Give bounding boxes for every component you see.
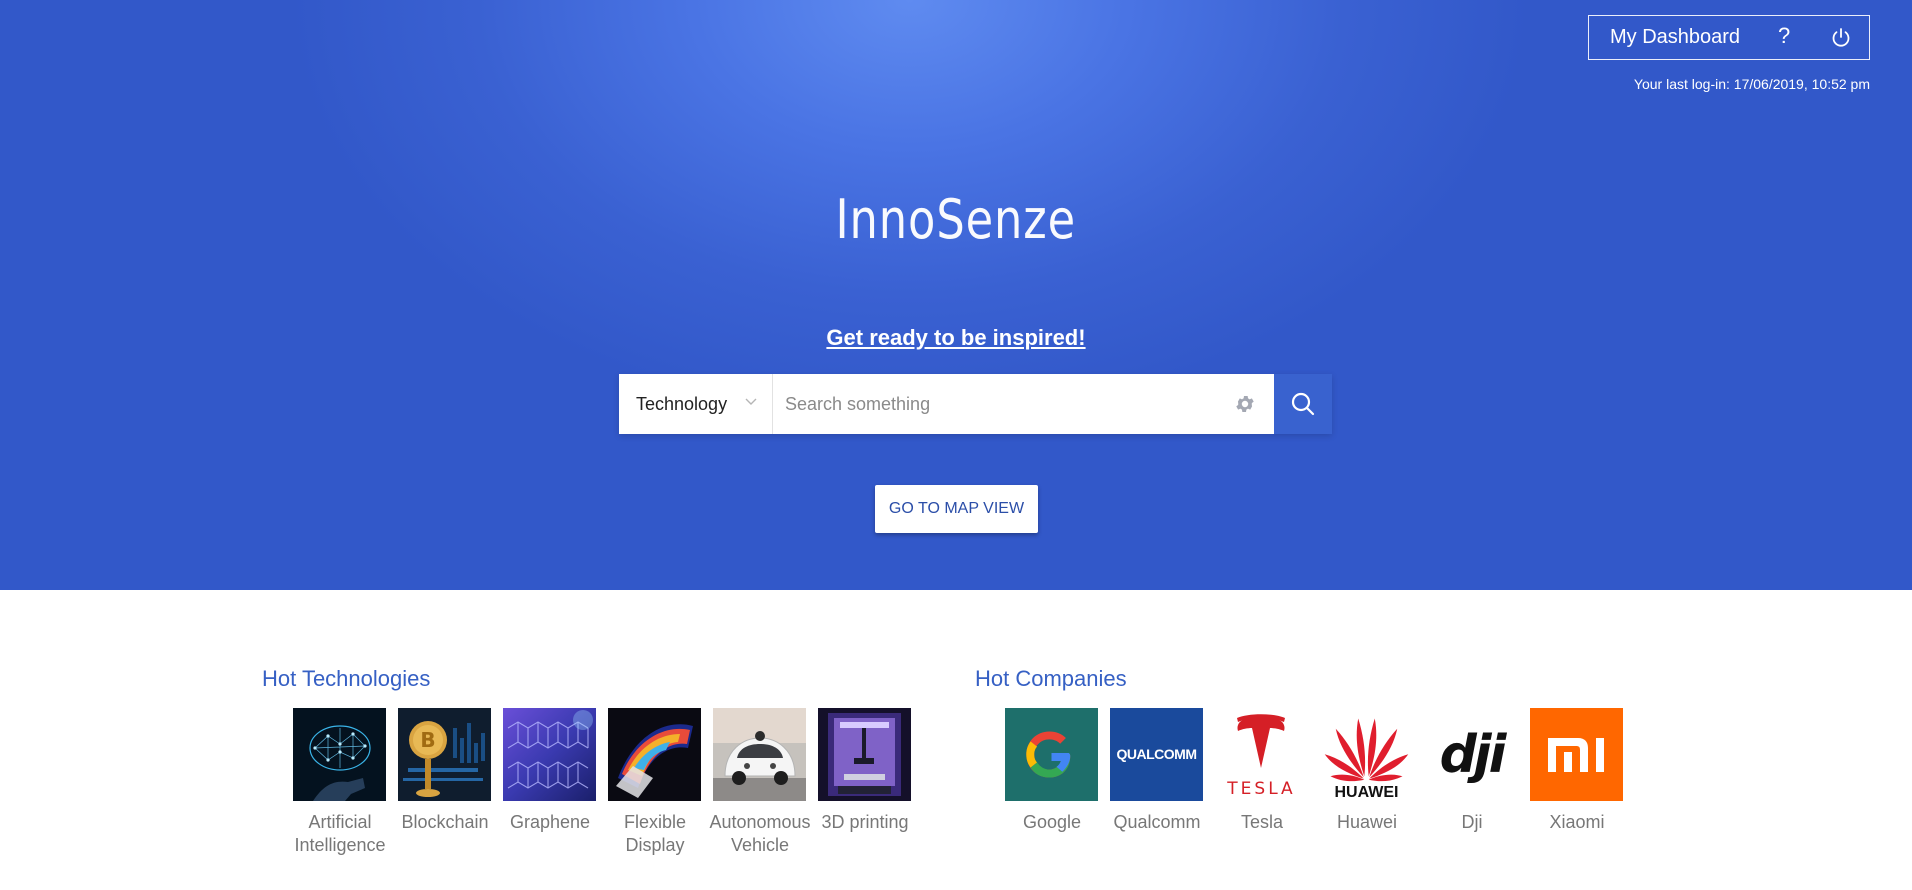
svg-text:TESLA: TESLA	[1226, 779, 1295, 799]
svg-text:B: B	[420, 728, 435, 752]
tech-tile-graphene[interactable]: Graphene	[503, 708, 596, 834]
company-label: Dji	[1461, 812, 1483, 832]
company-label: Tesla	[1240, 812, 1284, 832]
app-logo: InnoSenze	[0, 188, 1912, 251]
search-button[interactable]	[1274, 374, 1332, 434]
search-field	[773, 374, 1274, 434]
svg-text:QUALCOMM: QUALCOMM	[1117, 746, 1197, 762]
svg-text:dji: dji	[1440, 725, 1508, 785]
ai-thumbnail	[293, 708, 386, 801]
graphene-thumbnail	[503, 708, 596, 801]
company-label: Google	[1022, 812, 1082, 832]
last-login-text: Your last log-in: 17/06/2019, 10:52 pm	[1633, 76, 1870, 92]
company-label: Qualcomm	[1113, 812, 1201, 832]
tagline-link[interactable]: Get ready to be inspired!	[0, 325, 1912, 351]
google-logo	[1005, 708, 1098, 801]
tech-label: Autonomous Vehicle	[709, 812, 811, 855]
search-input[interactable]	[773, 374, 1274, 434]
huawei-logo: HUAWEI	[1320, 708, 1413, 801]
gear-icon[interactable]	[1234, 393, 1256, 415]
3d-printing-thumbnail	[818, 708, 911, 801]
company-tile-tesla[interactable]: TESLA Tesla	[1215, 708, 1308, 834]
blockchain-thumbnail: B	[398, 708, 491, 801]
dji-logo: dji	[1425, 708, 1518, 801]
qualcomm-logo: QUALCOMM	[1110, 708, 1203, 801]
tech-label: Flexible Display	[623, 812, 687, 855]
tesla-logo: TESLA	[1215, 708, 1308, 801]
search-icon	[1291, 392, 1315, 416]
user-toolbar: My Dashboard ?	[1588, 15, 1870, 60]
xiaomi-logo	[1530, 708, 1623, 801]
logo-text: InnoSenze	[835, 188, 1077, 251]
power-icon[interactable]	[1829, 26, 1853, 50]
tech-tile-artificial-intelligence[interactable]: Artificial Intelligence	[293, 708, 386, 857]
company-tile-dji[interactable]: dji Dji	[1425, 708, 1518, 834]
tech-label: Artificial Intelligence	[294, 812, 386, 855]
chevron-down-icon	[745, 398, 757, 405]
tech-label: 3D printing	[821, 812, 909, 832]
tech-tile-3d-printing[interactable]: 3D printing	[818, 708, 911, 834]
autonomous-vehicle-thumbnail	[713, 708, 806, 801]
category-value: Technology	[636, 393, 728, 414]
tech-tile-autonomous-vehicle[interactable]: Autonomous Vehicle	[709, 708, 811, 857]
hot-technologies-title: Hot Technologies	[262, 666, 431, 691]
svg-text:HUAWEI: HUAWEI	[1335, 784, 1399, 801]
company-tile-xiaomi[interactable]: Xiaomi	[1530, 708, 1623, 834]
tech-tile-blockchain[interactable]: B Blockchain	[398, 708, 491, 834]
hot-companies-title: Hot Companies	[975, 666, 1127, 691]
company-tile-qualcomm[interactable]: QUALCOMM Qualcomm	[1110, 708, 1203, 834]
company-label: Xiaomi	[1549, 812, 1605, 832]
tech-label: Graphene	[509, 812, 591, 832]
hero-banner: My Dashboard ? Your last log-in: 17/06/2…	[0, 0, 1912, 590]
category-select[interactable]: Technology	[619, 374, 773, 434]
help-icon[interactable]: ?	[1778, 23, 1790, 49]
company-label: Huawei	[1336, 812, 1398, 832]
my-dashboard-button[interactable]: My Dashboard	[1610, 26, 1740, 49]
tech-label: Blockchain	[401, 812, 489, 832]
flexible-display-thumbnail	[608, 708, 701, 801]
company-tile-google[interactable]: Google	[1005, 708, 1098, 834]
tech-tile-flexible-display[interactable]: Flexible Display	[608, 708, 701, 857]
company-tile-huawei[interactable]: HUAWEI Huawei	[1320, 708, 1413, 834]
go-to-map-view-button[interactable]: GO TO MAP VIEW	[875, 485, 1038, 533]
search-bar: Technology	[619, 374, 1332, 434]
